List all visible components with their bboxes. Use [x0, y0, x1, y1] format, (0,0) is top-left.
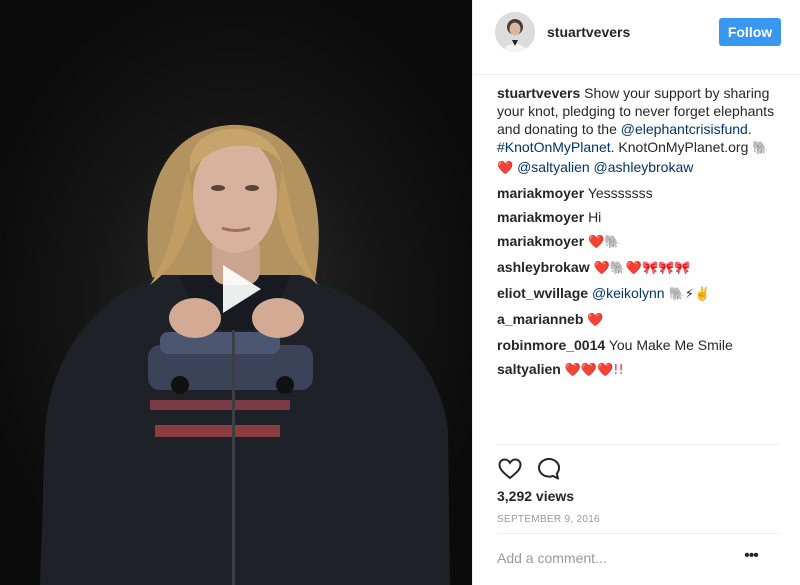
caption-text: . KnotOnMyPlanet.org	[610, 139, 753, 155]
author-username[interactable]: stuartvevers	[547, 24, 630, 40]
add-comment-input[interactable]	[495, 546, 739, 570]
comment-emoji-text: 🐘⚡✌️	[664, 287, 711, 302]
follow-button[interactable]: Follow	[719, 18, 781, 46]
comment-item: eliot_wvillage @keikolynn 🐘⚡✌️	[497, 284, 787, 304]
comment-username[interactable]: a_marianneb	[497, 311, 583, 327]
post-header: stuartvevers Follow	[473, 0, 800, 75]
comment-username[interactable]: mariakmoyer	[497, 185, 584, 201]
post-details-panel: stuartvevers Follow stuartvevers Show yo…	[472, 0, 800, 585]
post-date[interactable]: SEPTEMBER 9, 2016	[497, 514, 600, 525]
ellipsis-icon[interactable]: •••	[739, 546, 763, 570]
divider	[497, 533, 780, 534]
caption-username[interactable]: stuartvevers	[497, 85, 580, 101]
comment-item: robinmore_0014 You Make Me Smile	[497, 336, 787, 354]
play-icon[interactable]	[205, 257, 269, 321]
comment-item: mariakmoyer Yesssssss	[497, 184, 787, 202]
comment-username[interactable]: robinmore_0014	[497, 337, 605, 353]
speech-bubble-icon[interactable]	[536, 456, 562, 482]
caption-mention-saltyalien[interactable]: @saltyalien	[517, 159, 590, 175]
caption-mention-elephantcrisisfund[interactable]: @elephantcrisisfund	[621, 121, 748, 137]
comment-emoji-text: ❤️❤️❤️!!	[564, 363, 624, 378]
comment-username[interactable]: mariakmoyer	[497, 209, 584, 225]
video-player[interactable]	[0, 0, 472, 585]
comment-item: mariakmoyer Hi	[497, 208, 787, 226]
instagram-post: stuartvevers Follow stuartvevers Show yo…	[0, 0, 800, 585]
comment-emoji-text: ❤️🐘	[588, 235, 621, 250]
caption: stuartvevers Show your support by sharin…	[497, 84, 787, 178]
comment-text: Yesssssss	[587, 185, 653, 201]
view-count[interactable]: 3,292 views	[497, 488, 574, 504]
caption-mention-ashleybrokaw[interactable]: @ashleybrokaw	[594, 159, 694, 175]
heart-emoji: ❤️	[497, 161, 514, 176]
heart-outline-icon[interactable]	[497, 456, 523, 482]
caption-hashtag[interactable]: #KnotOnMyPlanet	[497, 139, 611, 155]
comment-username[interactable]: mariakmoyer	[497, 233, 584, 249]
comment-item: saltyalien ❤️❤️❤️!!	[497, 360, 787, 380]
comment-username[interactable]: eliot_wvillage	[497, 285, 588, 301]
comment-text: Hi	[588, 209, 602, 225]
comment-item: ashleybrokaw ❤️🐘❤️🎀🎀🎀	[497, 258, 787, 278]
comment-item: a_marianneb ❤️	[497, 310, 787, 330]
comment-list: stuartvevers Show your support by sharin…	[497, 84, 787, 386]
comment-emoji-text: ❤️	[587, 313, 604, 328]
comment-item: mariakmoyer ❤️🐘	[497, 232, 787, 252]
comment-emoji-text: ❤️🐘❤️🎀🎀🎀	[593, 261, 691, 276]
comment-text: You Make Me Smile	[608, 337, 733, 353]
divider	[497, 444, 780, 445]
elephant-emoji: 🐘	[752, 141, 769, 156]
avatar-image	[495, 12, 535, 52]
comment-mention[interactable]: @keikolynn	[592, 285, 665, 301]
author-avatar[interactable]	[495, 12, 535, 52]
comment-username[interactable]: ashleybrokaw	[497, 259, 590, 275]
caption-text: .	[747, 121, 752, 137]
comment-username[interactable]: saltyalien	[497, 361, 561, 377]
